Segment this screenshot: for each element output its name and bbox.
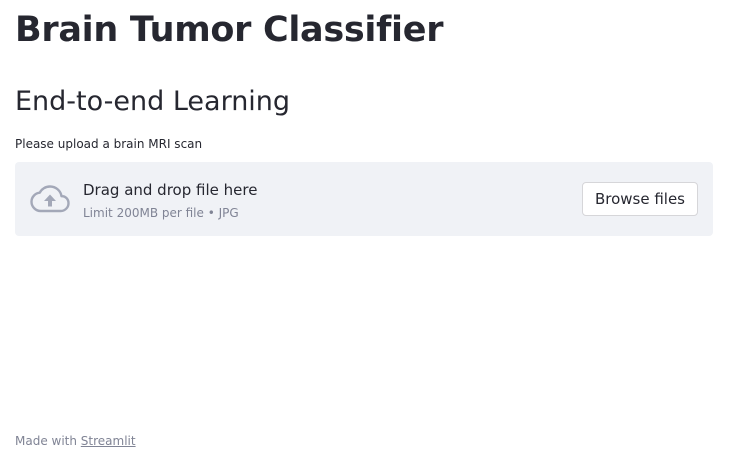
file-dropzone[interactable]: Drag and drop file here Limit 200MB per … [15,162,713,236]
cloud-upload-icon [30,184,70,214]
app-page: Brain Tumor Classifier End-to-end Learni… [0,0,735,452]
file-limit-text: Limit 200MB per file • JPG [83,206,239,220]
footer-prefix: Made with [15,434,81,448]
drop-instructions: Drag and drop file here [83,181,258,199]
streamlit-link[interactable]: Streamlit [81,434,136,448]
uploader-label: Please upload a brain MRI scan [15,137,203,151]
footer: Made with Streamlit [15,434,136,448]
browse-files-button[interactable]: Browse files [581,182,698,216]
page-title: Brain Tumor Classifier [15,10,444,50]
page-subtitle: End-to-end Learning [15,86,291,117]
